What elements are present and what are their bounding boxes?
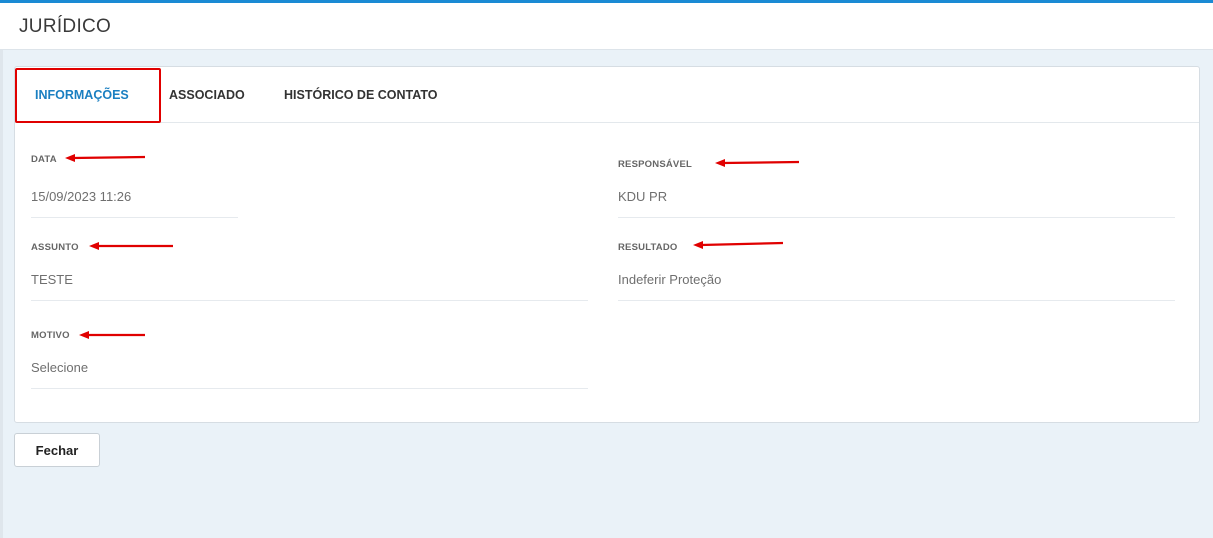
annotation-arrow-icon <box>79 331 145 339</box>
data-label: DATA <box>31 154 57 165</box>
close-button[interactable]: Fechar <box>14 433 100 467</box>
tab-informacoes[interactable]: INFORMAÇÕES <box>35 67 129 123</box>
annotation-arrow-icon <box>65 154 146 162</box>
tab-bar: INFORMAÇÕES ASSOCIADO HISTÓRICO DE CONTA… <box>15 67 1199 123</box>
page-title: JURÍDICO <box>19 16 112 37</box>
annotation-arrow-icon <box>693 241 784 249</box>
left-edge-strip <box>0 50 3 538</box>
resultado-underline <box>618 300 1175 301</box>
tab-historico-de-contato[interactable]: HISTÓRICO DE CONTATO <box>284 67 437 123</box>
responsavel-value: KDU PR <box>618 189 668 204</box>
responsavel-underline <box>618 217 1175 218</box>
tab-associado[interactable]: ASSOCIADO <box>169 67 245 123</box>
data-value: 15/09/2023 11:26 <box>31 189 132 204</box>
resultado-value: Indeferir Proteção <box>618 272 722 287</box>
responsavel-label: RESPONSÁVEL <box>618 159 692 170</box>
motivo-label: MOTIVO <box>31 330 70 341</box>
page-header: JURÍDICO <box>0 3 1213 50</box>
annotation-arrow-icon <box>89 242 173 250</box>
assunto-label: ASSUNTO <box>31 242 79 253</box>
data-underline <box>31 217 238 218</box>
assunto-value: TESTE <box>31 272 73 287</box>
motivo-underline <box>31 388 588 389</box>
details-card: INFORMAÇÕES ASSOCIADO HISTÓRICO DE CONTA… <box>14 66 1200 423</box>
annotation-arrow-icon <box>715 159 800 167</box>
assunto-underline <box>31 300 588 301</box>
motivo-select[interactable]: Selecione <box>31 360 88 375</box>
resultado-label: RESULTADO <box>618 242 678 253</box>
